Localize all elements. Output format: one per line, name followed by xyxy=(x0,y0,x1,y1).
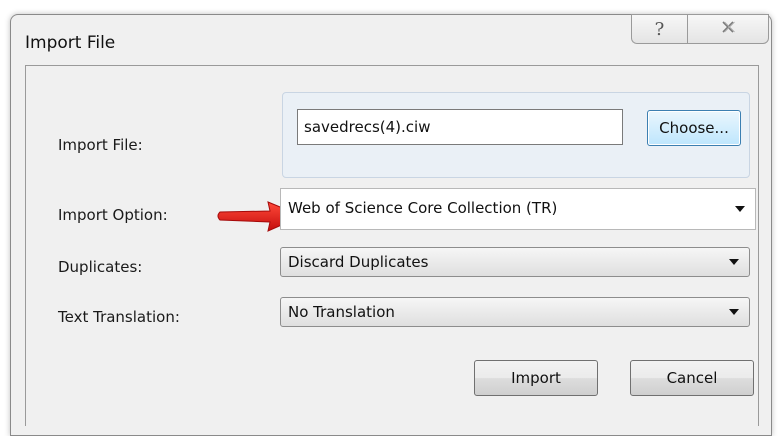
close-button[interactable] xyxy=(687,14,769,44)
import-option-value: Web of Science Core Collection (TR) xyxy=(288,199,558,217)
title-buttons: ? xyxy=(631,14,769,44)
text-translation-value: No Translation xyxy=(288,303,395,321)
duplicates-label: Duplicates: xyxy=(58,258,143,276)
cancel-button[interactable]: Cancel xyxy=(630,360,754,396)
import-option-label: Import Option: xyxy=(58,206,168,224)
chevron-down-icon xyxy=(735,206,745,212)
import-file-label: Import File: xyxy=(58,136,143,154)
text-translation-label: Text Translation: xyxy=(58,308,180,326)
dialog-body: Import File: Choose... Import Option: We… xyxy=(25,65,759,426)
dialog-title: Import File xyxy=(25,33,116,53)
chevron-down-icon xyxy=(729,259,739,265)
help-button[interactable]: ? xyxy=(631,14,687,44)
close-icon xyxy=(718,19,738,40)
file-picker-panel: Choose... xyxy=(282,92,750,178)
import-button[interactable]: Import xyxy=(474,360,598,396)
import-file-input[interactable] xyxy=(297,109,623,145)
import-file-dialog: Import File ? Import File: Choose... Im xyxy=(10,14,772,436)
text-translation-select[interactable]: No Translation xyxy=(280,297,750,327)
title-bar: Import File ? xyxy=(11,14,771,65)
duplicates-select[interactable]: Discard Duplicates xyxy=(280,247,750,277)
import-option-select[interactable]: Web of Science Core Collection (TR) xyxy=(280,188,756,230)
chevron-down-icon xyxy=(729,309,739,315)
help-icon: ? xyxy=(654,18,665,40)
choose-button[interactable]: Choose... xyxy=(647,110,741,146)
duplicates-value: Discard Duplicates xyxy=(288,253,429,271)
